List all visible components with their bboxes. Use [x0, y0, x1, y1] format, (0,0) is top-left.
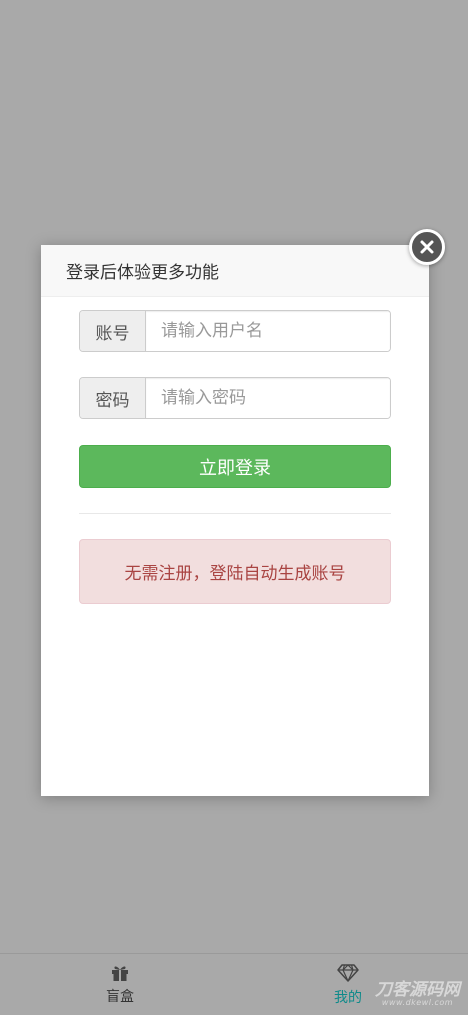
username-label: 账号 — [80, 311, 146, 351]
notice-text: 无需注册，登陆自动生成账号 — [124, 564, 346, 584]
diamond-icon — [337, 964, 359, 982]
gift-icon — [112, 966, 128, 981]
modal-title: 登录后体验更多功能 — [66, 263, 219, 283]
nav-item-mangbox[interactable]: 盲盒 — [60, 954, 180, 1015]
modal-header: 登录后体验更多功能 — [41, 245, 429, 297]
password-input[interactable] — [146, 378, 390, 418]
username-input-group: 账号 — [79, 310, 391, 352]
bottom-nav: 盲盒 我的 刀客源码网 www.dkewl.com — [0, 953, 468, 1015]
watermark-logo: 刀客源码网 www.dkewl.com — [375, 980, 460, 1007]
login-button[interactable]: 立即登录 — [79, 445, 391, 488]
close-button[interactable] — [409, 229, 445, 265]
login-modal: 登录后体验更多功能 账号 密码 立即登录 无需注册，登陆自动生成账号 — [41, 245, 429, 796]
password-label: 密码 — [80, 378, 146, 418]
divider — [79, 513, 391, 514]
notice-alert: 无需注册，登陆自动生成账号 — [79, 539, 391, 604]
nav-label-mangbox: 盲盒 — [106, 989, 134, 1005]
close-icon — [420, 240, 434, 254]
username-input[interactable] — [146, 311, 390, 351]
password-input-group: 密码 — [79, 377, 391, 419]
nav-label-mine: 我的 — [334, 990, 362, 1006]
